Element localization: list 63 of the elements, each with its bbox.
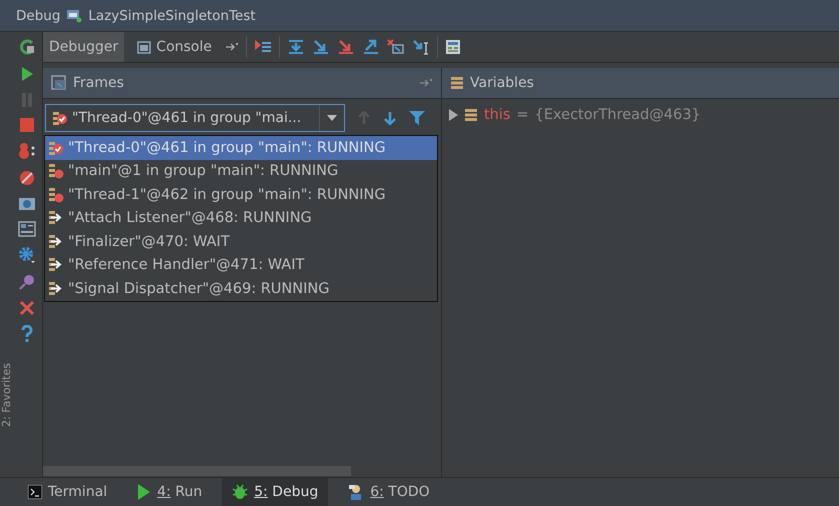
play-icon <box>137 484 152 500</box>
thread-item[interactable]: "Thread-1"@462 in group "main": RUNNING <box>45 183 437 206</box>
pin-arrow-icon[interactable] <box>419 78 433 88</box>
console-icon <box>137 40 152 54</box>
thread-dropdown[interactable]: "Thread-0"@461 in group "mai... <box>45 104 345 132</box>
favorites-label[interactable]: 2: Favorites <box>0 363 12 427</box>
thread-item[interactable]: "Finalizer"@470: WAIT <box>45 230 437 254</box>
tool-window-tab[interactable]: 6: TODO <box>338 478 440 506</box>
run-to-cursor-icon[interactable] <box>412 39 430 55</box>
tool-window-tab[interactable]: Terminal <box>18 478 118 506</box>
drop-frame-icon[interactable] <box>386 39 405 55</box>
thread-current-icon <box>52 110 68 126</box>
expand-arrow-icon[interactable] <box>448 109 458 121</box>
terminal-icon <box>28 485 42 499</box>
step-into-icon[interactable] <box>312 39 330 55</box>
thread-item[interactable]: "Thread-0"@461 in group "main": RUNNING <box>45 136 437 160</box>
resume-icon[interactable] <box>19 65 35 83</box>
thread-running-icon <box>48 280 64 297</box>
variable-value: {ExectorThread@463} <box>534 107 701 123</box>
field-icon <box>464 108 478 122</box>
variables-icon <box>450 76 464 90</box>
stop-icon[interactable] <box>19 117 35 133</box>
thread-item[interactable]: "Signal Dispatcher"@469: RUNNING <box>45 277 437 300</box>
panel-title: Variables <box>470 75 534 91</box>
thread-running-icon <box>48 234 64 250</box>
mute-breakpoints-icon[interactable] <box>18 169 36 187</box>
tab[interactable]: Debugger <box>43 32 124 62</box>
tool-window-tab[interactable]: 5: Debug <box>222 478 328 506</box>
window-title: Debug <box>16 8 60 24</box>
window-icon <box>66 8 82 22</box>
thread-running-icon <box>48 257 64 274</box>
step-out-icon[interactable] <box>362 39 380 55</box>
thread-suspended-icon <box>48 186 64 203</box>
tool-window-tab[interactable]: 4: Run <box>127 478 212 506</box>
run-configuration-name: LazySimpleSingletonTest <box>88 8 256 24</box>
thread-running-icon <box>48 210 64 226</box>
layout-icon[interactable] <box>18 221 36 237</box>
filter-icon[interactable] <box>409 111 425 125</box>
rerun-icon[interactable] <box>18 38 36 56</box>
thread-item[interactable]: "main"@1 in group "main": RUNNING <box>45 160 437 183</box>
breakpoints-icon[interactable] <box>17 142 37 160</box>
evaluate-icon[interactable] <box>444 39 461 55</box>
help-icon[interactable] <box>20 325 34 343</box>
bug-icon <box>232 484 248 500</box>
thread-current-icon <box>48 140 64 156</box>
thread-item[interactable]: "Reference Handler"@471: WAIT <box>45 254 437 277</box>
tab[interactable]: Console <box>131 32 218 62</box>
equals-sign: = <box>516 107 529 123</box>
panel-title: Frames <box>73 75 124 91</box>
camera-icon[interactable] <box>18 196 36 212</box>
down-arrow-icon[interactable] <box>383 111 397 125</box>
thread-suspended-icon <box>48 163 64 180</box>
close-icon[interactable] <box>19 300 35 316</box>
scrollbar-thumb[interactable] <box>43 466 351 476</box>
force-step-into-icon[interactable] <box>336 39 355 55</box>
caret-icon <box>327 115 337 121</box>
show-execution-point-icon[interactable] <box>254 39 272 55</box>
step-over-icon[interactable] <box>286 39 305 55</box>
thread-item[interactable]: "Attach Listener"@468: RUNNING <box>45 206 437 230</box>
settings-icon[interactable] <box>18 246 36 264</box>
variable-name: this <box>484 107 510 123</box>
frames-icon <box>51 75 67 91</box>
pin-arrow-icon[interactable] <box>224 42 239 52</box>
